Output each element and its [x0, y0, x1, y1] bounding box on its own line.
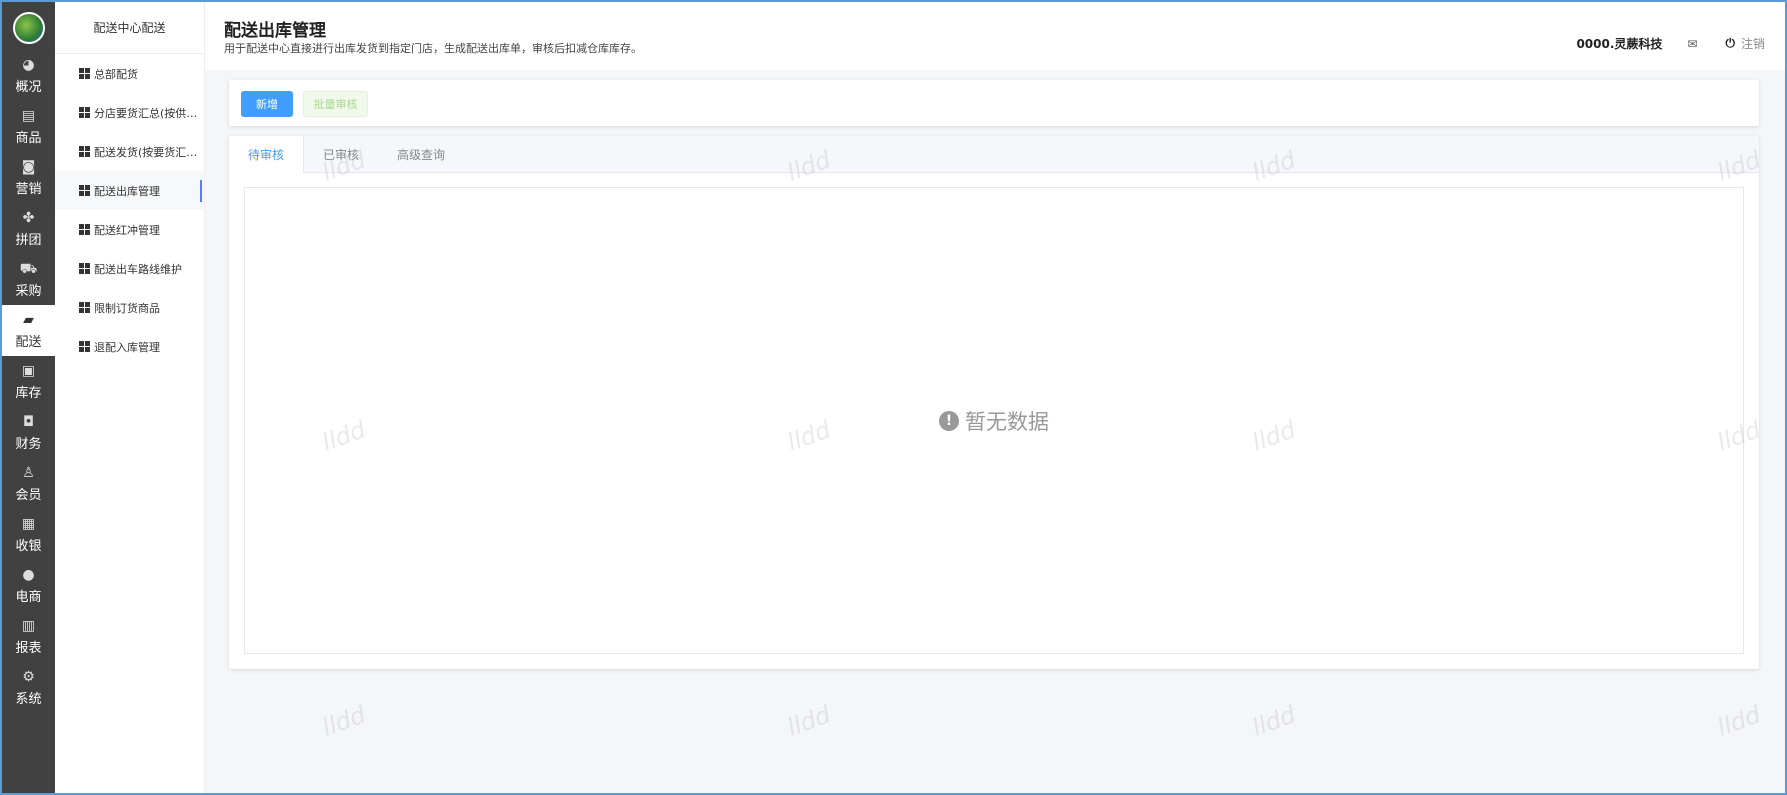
nav-item-9[interactable]: ▦ 收银 [2, 509, 55, 560]
sub-nav-label: 总部配货 [94, 67, 138, 81]
warning-icon: ! [939, 410, 959, 431]
nav-label: 采购 [15, 283, 42, 299]
nav-item-12[interactable]: ⚙ 系统 [2, 662, 55, 713]
watermark: lldd [1713, 700, 1765, 742]
empty-text: 暂无数据 [965, 409, 1049, 434]
nav-item-8[interactable]: ♙ 会员 [2, 458, 55, 509]
nav-item-11[interactable]: ▥ 报表 [2, 611, 55, 662]
logo [12, 12, 45, 44]
mail-icon[interactable]: ✉ [1687, 37, 1697, 51]
grid-icon [79, 107, 90, 118]
empty-state: ! 暂无数据 [244, 187, 1744, 654]
cash-register-icon: ▦ [21, 515, 36, 532]
nav-label: 收银 [15, 538, 42, 554]
nav-label: 营销 [15, 181, 42, 197]
nav-label: 库存 [15, 385, 42, 401]
tab-panel: 待审核 已审核 高级查询 ! 暂无数据 [229, 136, 1759, 669]
grid-icon [79, 263, 90, 274]
sub-nav-item[interactable]: 总部配货 [55, 54, 204, 93]
nav-item-0[interactable]: ◕ 概况 [2, 50, 55, 101]
nav-label: 报表 [15, 640, 42, 656]
nav-label: 电商 [15, 589, 42, 605]
grid-icon [79, 146, 90, 157]
nav-label: 系统 [15, 691, 42, 707]
sub-nav-item[interactable]: 配送发货(按要货汇总) [55, 132, 204, 171]
grid-icon [79, 68, 90, 79]
sub-nav-label: 配送发货(按要货汇总) [94, 145, 199, 159]
toolbar: 新增 批量审核 [229, 80, 1759, 126]
watermark: lldd [318, 700, 370, 742]
sub-nav-item[interactable]: 配送出库管理 [55, 171, 204, 210]
add-button[interactable]: 新增 [241, 91, 293, 117]
dashboard-icon: ◕ [22, 56, 35, 73]
batch-audit-button[interactable]: 批量审核 [303, 91, 368, 117]
nav-item-7[interactable]: ◘ 财务 [2, 407, 55, 458]
sub-nav-item[interactable]: 配送红冲管理 [55, 210, 204, 249]
grid-icon [79, 185, 90, 196]
truck-icon: ▰ [23, 311, 34, 328]
nav-item-6[interactable]: ▣ 库存 [2, 356, 55, 407]
sub-nav-label: 配送出车路线维护 [94, 262, 182, 276]
nav-item-1[interactable]: ▤ 商品 [2, 101, 55, 152]
sub-nav-label: 限制订货商品 [94, 301, 160, 315]
sub-nav-label: 配送出库管理 [94, 184, 160, 198]
tab-pending[interactable]: 待审核 [229, 136, 305, 173]
tab-audited[interactable]: 已审核 [304, 136, 378, 172]
tag-icon: ◙ [21, 158, 36, 175]
grid-icon [79, 302, 90, 313]
nav-item-5[interactable]: ▰ 配送 [2, 305, 55, 356]
sub-nav-label: 配送红冲管理 [94, 223, 160, 237]
sub-nav-title: 配送中心配送 [55, 2, 204, 54]
user-icon: ♙ [22, 464, 35, 481]
document-icon: ▤ [21, 107, 36, 124]
app: ◕ 概况 ▤ 商品 ◙ 营销 ✤ 拼团 ⛟ 采购 ▰ 配送 ▣ 库存 ◘ 财务 ♙ 会员 ▦ 收银 ● 电商 ▥ 报表 ⚙ 系统 … [2, 2, 1785, 793]
nav-item-10[interactable]: ● 电商 [2, 560, 55, 611]
watermark: lldd [1248, 700, 1300, 742]
settings-icon: ⚙ [22, 668, 35, 685]
grid-icon [79, 224, 90, 235]
box-icon: ▣ [21, 362, 36, 379]
nav-item-4[interactable]: ⛟ 采购 [2, 254, 55, 305]
watermark: lldd [783, 700, 835, 742]
nav-label: 财务 [15, 436, 42, 452]
clover-icon: ✤ [22, 209, 35, 226]
logout-label: 注销 [1740, 37, 1765, 51]
nav-item-3[interactable]: ✤ 拼团 [2, 203, 55, 254]
sub-nav-item[interactable]: 配送出车路线维护 [55, 249, 204, 288]
main-nav: ◕ 概况 ▤ 商品 ◙ 营销 ✤ 拼团 ⛟ 采购 ▰ 配送 ▣ 库存 ◘ 财务 ♙ 会员 ▦ 收银 ● 电商 ▥ 报表 ⚙ 系统 [2, 2, 55, 793]
tab-advanced-search[interactable]: 高级查询 [378, 136, 464, 172]
power-icon: ⏻ [1725, 36, 1735, 50]
wallet-icon: ◘ [22, 413, 35, 430]
sub-nav-item[interactable]: 限制订货商品 [55, 288, 204, 327]
page-title: 配送出库管理 [224, 21, 326, 41]
sub-nav-item[interactable]: 退配入库管理 [55, 327, 204, 366]
logout-button[interactable]: ⏻ 注销 [1725, 35, 1765, 52]
report-icon: ▥ [21, 617, 36, 634]
nav-label: 商品 [15, 130, 42, 146]
nav-label: 配送 [15, 334, 42, 350]
nav-label: 拼团 [15, 232, 42, 248]
sub-nav-item[interactable]: 分店要货汇总(按供应商) [55, 93, 204, 132]
page-description: 用于配送中心直接进行出库发货到指定门店，生成配送出库单，审核后扣减仓库库存。 [224, 42, 642, 55]
sub-nav-label: 分店要货汇总(按供应商) [94, 106, 199, 120]
nav-label: 会员 [15, 487, 42, 503]
page-header: 配送出库管理 用于配送中心直接进行出库发货到指定门店，生成配送出库单，审核后扣减… [205, 2, 1785, 70]
nav-label: 概况 [15, 79, 42, 95]
person-icon: ● [22, 566, 35, 583]
grid-icon [79, 341, 90, 352]
sub-nav-label: 退配入库管理 [94, 340, 160, 354]
nav-item-2[interactable]: ◙ 营销 [2, 152, 55, 203]
cart-icon: ⛟ [19, 260, 38, 277]
company-name: 0000.灵蕨科技 [1576, 37, 1663, 51]
sub-nav: 配送中心配送 总部配货分店要货汇总(按供应商) 配送发货(按要货汇总) 配送出库管理… [55, 2, 205, 793]
